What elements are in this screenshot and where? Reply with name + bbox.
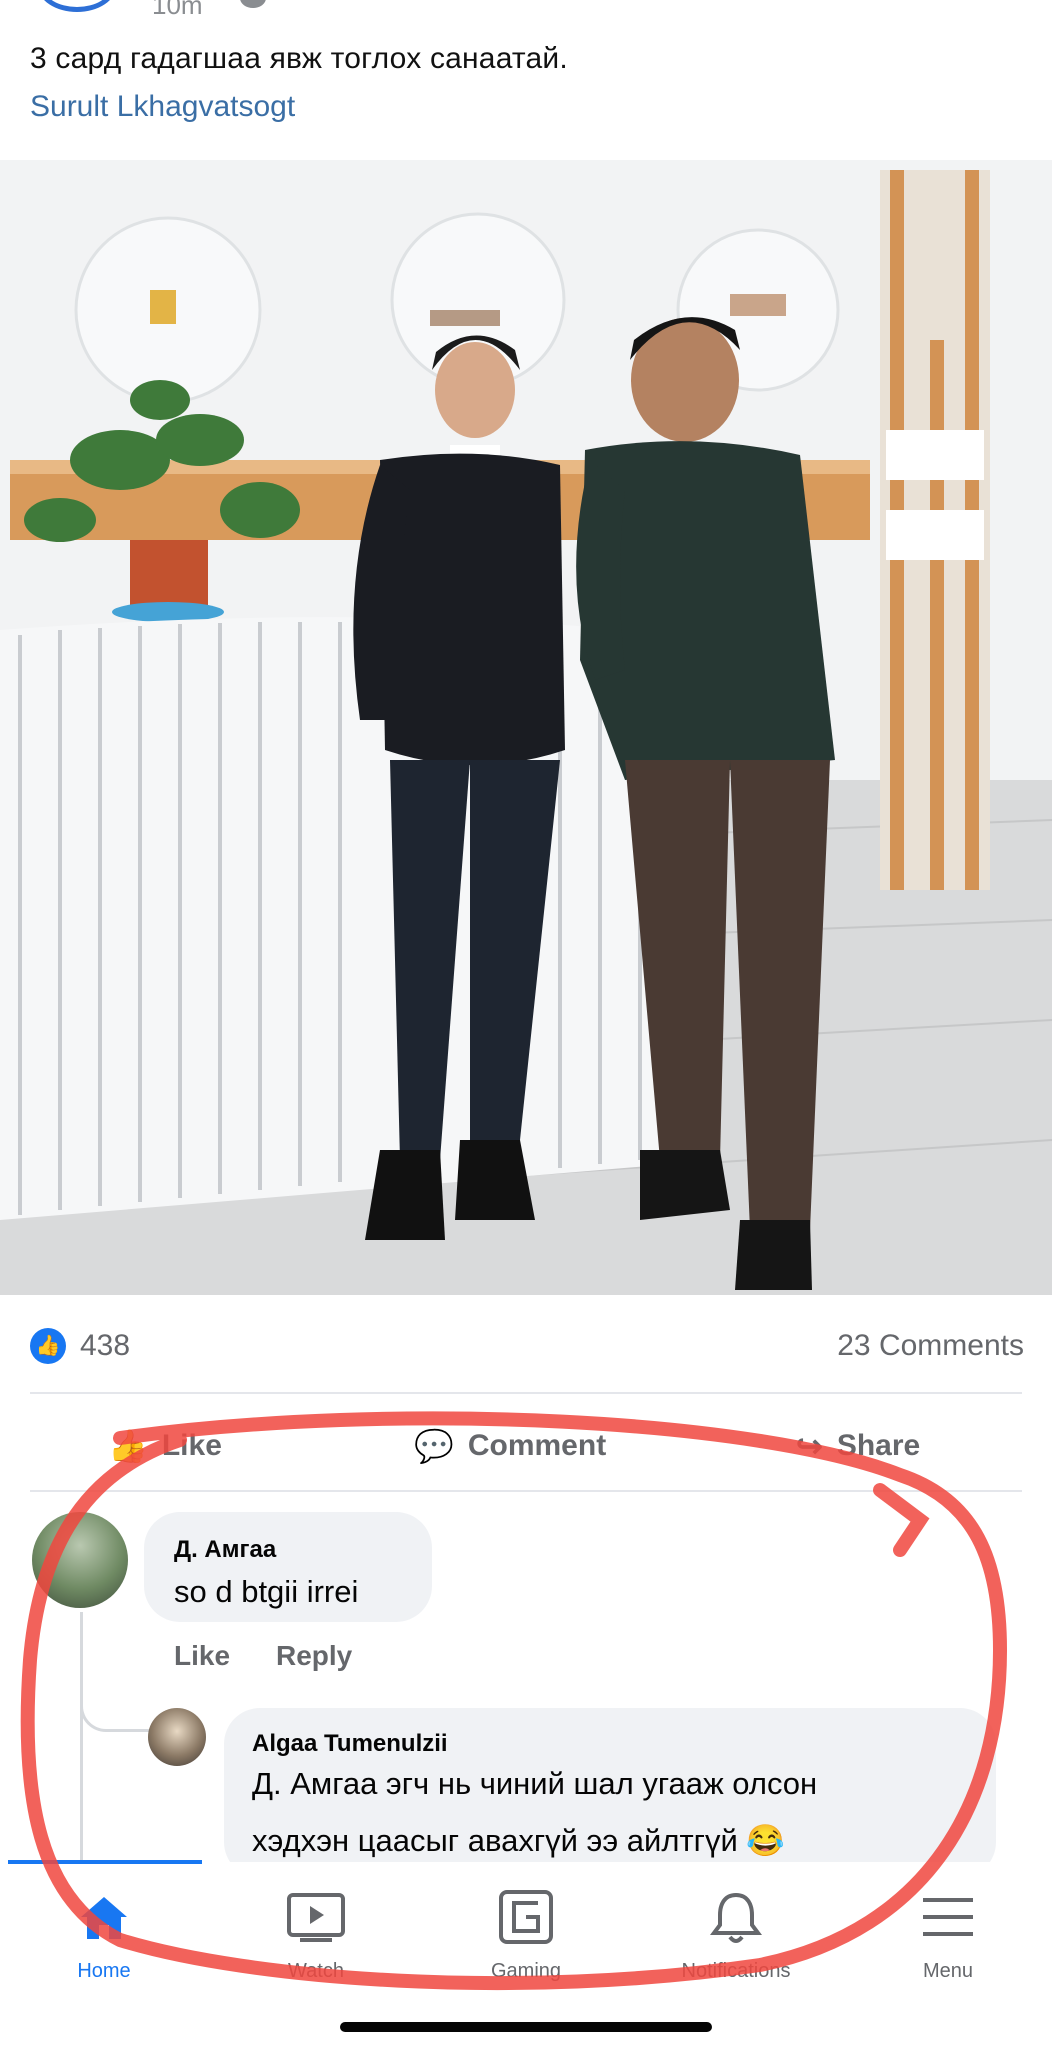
tagged-user-link[interactable]: Surult Lkhagvatsogt bbox=[30, 90, 295, 124]
reply-author[interactable]: Algaa Tumenulzii bbox=[252, 1730, 448, 1758]
post-timestamp: 10m bbox=[152, 0, 203, 20]
comment-text: so d btgii irrei bbox=[174, 1574, 359, 1609]
tab-menu[interactable]: Menu bbox=[868, 1886, 1028, 1983]
divider bbox=[30, 1392, 1022, 1394]
author-avatar[interactable] bbox=[38, 0, 116, 12]
reply-avatar[interactable] bbox=[148, 1708, 206, 1766]
tab-label: Home bbox=[77, 1960, 131, 1982]
home-indicator bbox=[340, 2022, 712, 2032]
tab-label: Notifications bbox=[681, 1960, 791, 1982]
reply-thread-line bbox=[80, 1612, 83, 1862]
tab-gaming[interactable]: Gaming bbox=[446, 1886, 606, 1983]
like-count[interactable]: 438 bbox=[80, 1328, 130, 1364]
bell-icon bbox=[710, 1886, 762, 1948]
tab-label: Watch bbox=[288, 1960, 344, 1982]
tab-label: Gaming bbox=[490, 1960, 562, 1982]
comment-reply-link[interactable]: Reply bbox=[276, 1640, 352, 1672]
like-reaction-icon: 👍 bbox=[30, 1328, 66, 1364]
tab-home[interactable]: Home bbox=[24, 1886, 184, 1983]
reply-thread-connector bbox=[80, 1700, 150, 1732]
post-text: 3 сард гадагшаа явж тоглох санаатай. bbox=[30, 42, 568, 75]
tab-notifications[interactable]: Notifications bbox=[656, 1886, 816, 1983]
comment-button-label: Comment bbox=[467, 1429, 607, 1462]
tab-watch[interactable]: Watch bbox=[236, 1886, 396, 1983]
comment-count[interactable]: 23 Comments bbox=[837, 1328, 1024, 1364]
gaming-icon bbox=[498, 1886, 554, 1948]
share-button-label: Share bbox=[836, 1429, 921, 1462]
comment-author[interactable]: Д. Амгаа bbox=[174, 1536, 276, 1564]
menu-icon bbox=[921, 1886, 975, 1948]
reply-text-line: Д. Амгаа эгч нь чиний шал угааж олсон bbox=[252, 1766, 818, 1801]
commenter-avatar[interactable] bbox=[32, 1512, 128, 1608]
watch-icon bbox=[286, 1886, 346, 1948]
globe-icon bbox=[240, 0, 266, 8]
comment-button[interactable]: 💬 Comment bbox=[414, 1422, 606, 1470]
post-photo[interactable] bbox=[0, 160, 1052, 1295]
active-tab-indicator bbox=[8, 1860, 202, 1864]
thumbs-up-icon: 👍 bbox=[108, 1428, 148, 1464]
share-icon: ↪ bbox=[796, 1428, 823, 1464]
comment-icon: 💬 bbox=[414, 1428, 454, 1464]
reply-text-line: хэдхэн цаасыг авахгүй ээ айлтгүй 😂 bbox=[252, 1823, 785, 1858]
tab-label: Menu bbox=[922, 1960, 974, 1982]
divider bbox=[30, 1490, 1022, 1492]
home-icon bbox=[77, 1886, 131, 1948]
like-button[interactable]: 👍 Like bbox=[108, 1422, 222, 1470]
like-button-label: Like bbox=[161, 1429, 222, 1462]
comment-like-link[interactable]: Like bbox=[174, 1640, 230, 1672]
share-button[interactable]: ↪ Share bbox=[796, 1422, 920, 1470]
